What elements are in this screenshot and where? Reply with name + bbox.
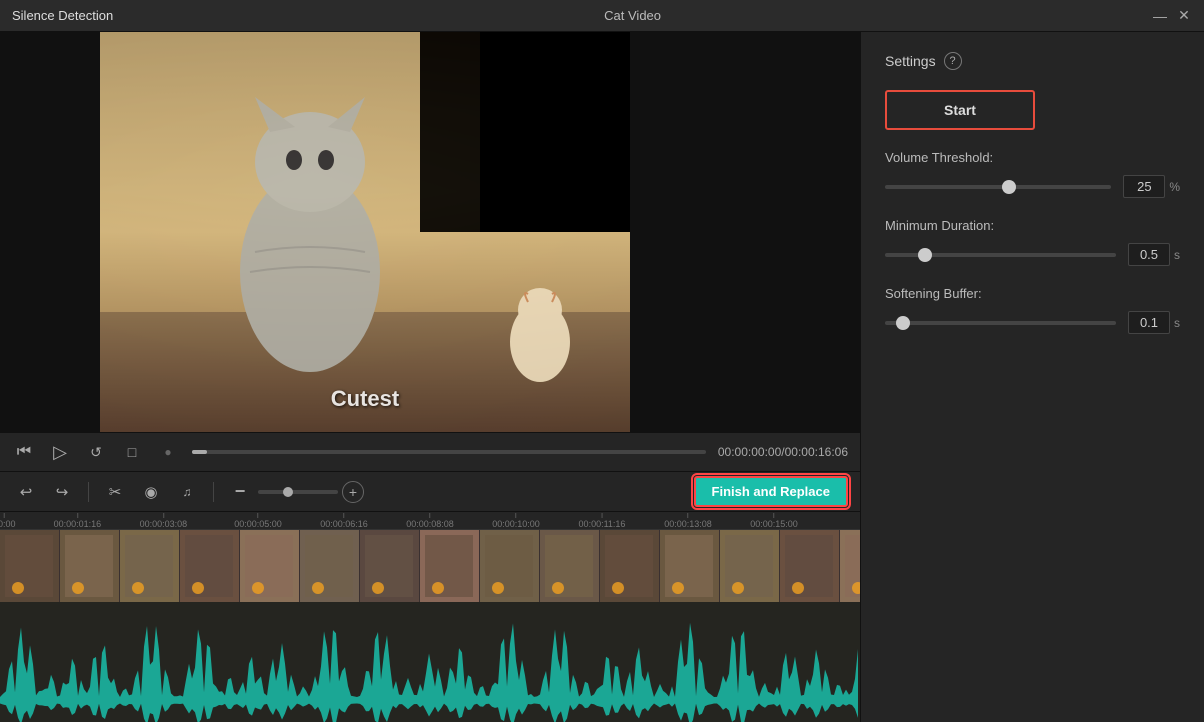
- right-panel: Settings ? Start Volume Threshold: % Min…: [860, 32, 1204, 722]
- video-black-right: [630, 32, 860, 432]
- video-preview: Cutest: [0, 32, 860, 432]
- cat-svg: [100, 32, 630, 432]
- minimum-duration-setting: Minimum Duration: s: [885, 218, 1180, 266]
- zoom-slider[interactable]: [258, 490, 338, 494]
- skip-back-button[interactable]: ⏮: [12, 440, 36, 464]
- video-content: Cutest: [100, 32, 630, 432]
- timeline-ruler: 00:00 00:00:01:16 00:00:03:08 00:00:05:0…: [0, 512, 860, 530]
- audio-waveform: [0, 602, 860, 722]
- zoom-out-button[interactable]: −: [226, 478, 254, 506]
- softening-buffer-control: s: [885, 311, 1180, 334]
- volume-threshold-unit: %: [1169, 180, 1180, 194]
- finish-replace-button[interactable]: Finish and Replace: [694, 476, 848, 507]
- edit-toolbar: ↩ ↪ ✂ ◉ ♫ − + Finish and Replace: [0, 472, 860, 512]
- settings-label: Settings: [885, 53, 936, 69]
- volume-threshold-input[interactable]: [1123, 175, 1165, 198]
- ruler-mark-3: 00:00:05:00: [234, 513, 282, 529]
- ruler-marks: 00:00 00:00:01:16 00:00:03:08 00:00:05:0…: [0, 512, 860, 529]
- softening-buffer-setting: Softening Buffer: s: [885, 286, 1180, 334]
- settings-header: Settings ?: [885, 52, 1180, 70]
- softening-buffer-label: Softening Buffer:: [885, 286, 1180, 301]
- waveform-svg: [0, 602, 860, 722]
- progress-fill: [192, 450, 207, 454]
- title-bar: Silence Detection Cat Video — ✕: [0, 0, 1204, 32]
- minimum-duration-input[interactable]: [1128, 243, 1170, 266]
- ruler-mark-7: 00:00:11:16: [579, 513, 626, 529]
- video-strip: [0, 530, 860, 602]
- progress-bar[interactable]: [192, 450, 706, 454]
- ruler-mark-2: 00:00:03:08: [140, 513, 188, 529]
- ruler-mark-8: 00:00:13:08: [664, 513, 712, 529]
- crop-button[interactable]: □: [120, 440, 144, 464]
- video-black-left: [0, 32, 100, 432]
- cat-frame: Cutest: [100, 32, 630, 432]
- ruler-mark-4: 00:00:06:16: [320, 513, 368, 529]
- toolbar-separator-2: [213, 482, 214, 502]
- softening-buffer-unit: s: [1174, 316, 1180, 330]
- ruler-mark-6: 00:00:10:00: [492, 513, 540, 529]
- loop-button[interactable]: ↺: [84, 440, 108, 464]
- volume-threshold-label: Volume Threshold:: [885, 150, 1180, 165]
- minimum-duration-unit: s: [1174, 248, 1180, 262]
- eye-button[interactable]: ◉: [137, 478, 165, 506]
- close-button[interactable]: ✕: [1176, 8, 1192, 24]
- volume-threshold-slider[interactable]: [885, 185, 1111, 189]
- undo-button[interactable]: ↩: [12, 478, 40, 506]
- playback-controls: ⏮ ▷ ↺ □ ● 00:00:00:00/00:00:16:06: [0, 432, 860, 472]
- redo-button[interactable]: ↪: [48, 478, 76, 506]
- video-title: Cat Video: [604, 8, 661, 23]
- main-container: Cutest ⏮ ▷ ↺ □ ● 00:00:00:00/00:00:16:06…: [0, 32, 1204, 722]
- video-strip-svg: [0, 530, 860, 602]
- minimum-duration-slider[interactable]: [885, 253, 1116, 257]
- cut-button[interactable]: ✂: [101, 478, 129, 506]
- start-button[interactable]: Start: [885, 90, 1035, 130]
- minimize-button[interactable]: —: [1152, 8, 1168, 24]
- video-canvas: Cutest: [0, 32, 860, 432]
- audio-button[interactable]: ♫: [173, 478, 201, 506]
- timeline-area: 00:00 00:00:01:16 00:00:03:08 00:00:05:0…: [0, 512, 860, 722]
- play-button[interactable]: ▷: [48, 440, 72, 464]
- window-controls: — ✕: [1152, 8, 1192, 24]
- volume-threshold-setting: Volume Threshold: %: [885, 150, 1180, 198]
- time-display: 00:00:00:00/00:00:16:06: [718, 445, 848, 459]
- help-icon[interactable]: ?: [944, 52, 962, 70]
- softening-buffer-slider[interactable]: [885, 321, 1116, 325]
- volume-threshold-control: %: [885, 175, 1180, 198]
- left-panel: Cutest ⏮ ▷ ↺ □ ● 00:00:00:00/00:00:16:06…: [0, 32, 860, 722]
- ruler-mark-5: 00:00:08:08: [406, 513, 454, 529]
- minimum-duration-value-box: s: [1128, 243, 1180, 266]
- record-button[interactable]: ●: [156, 440, 180, 464]
- zoom-controls: − +: [226, 478, 364, 506]
- ruler-mark-9: 00:00:15:00: [750, 513, 798, 529]
- app-title: Silence Detection: [12, 8, 113, 23]
- cat-text-overlay: Cutest: [331, 386, 399, 412]
- zoom-in-button[interactable]: +: [342, 481, 364, 503]
- softening-buffer-input[interactable]: [1128, 311, 1170, 334]
- toolbar-separator-1: [88, 482, 89, 502]
- minimum-duration-label: Minimum Duration:: [885, 218, 1180, 233]
- ruler-mark-1: 00:00:01:16: [54, 513, 102, 529]
- minimum-duration-control: s: [885, 243, 1180, 266]
- ruler-mark-0: 00:00: [0, 513, 16, 529]
- volume-threshold-value-box: %: [1123, 175, 1180, 198]
- softening-buffer-value-box: s: [1128, 311, 1180, 334]
